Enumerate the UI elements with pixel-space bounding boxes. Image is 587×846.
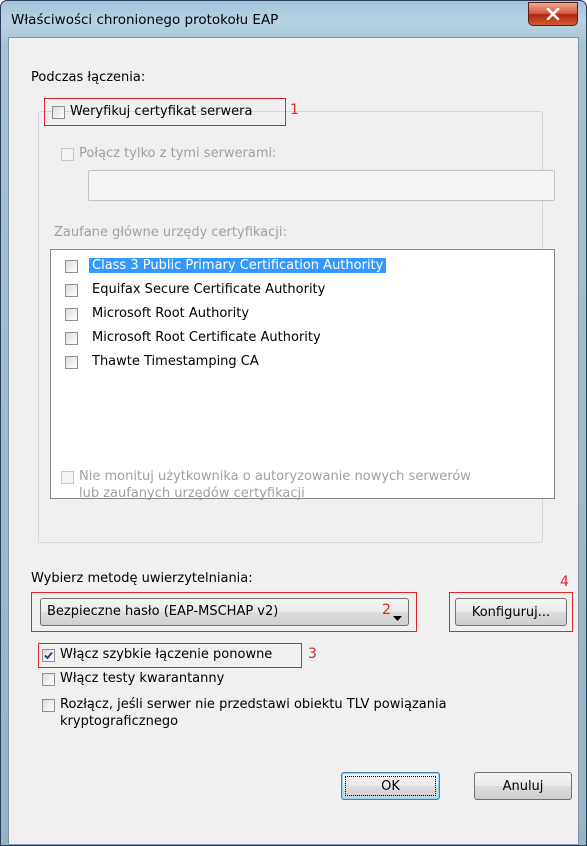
no-prompt-checkbox[interactable]: [61, 471, 74, 484]
chevron-down-icon: [393, 610, 402, 625]
annotation-number-1: 1: [290, 102, 299, 118]
close-button[interactable]: [528, 2, 578, 26]
disconnect-label-line2[interactable]: kryptograficznego: [60, 714, 178, 729]
list-item-label: Class 3 Public Primary Certification Aut…: [89, 258, 387, 273]
servers-input[interactable]: [88, 170, 555, 201]
list-item-label: Thawte Timestamping CA: [92, 354, 259, 369]
disconnect-label-line1[interactable]: Rozłącz, jeśli serwer nie przedstawi obi…: [60, 697, 447, 712]
trusted-roots-heading: Zaufane główne urzędy certyfikacji:: [54, 225, 287, 240]
annotation-number-2: 2: [382, 602, 391, 618]
connect-only-checkbox[interactable]: [61, 148, 74, 161]
window-title: Właściwości chronionego protokołu EAP: [11, 12, 279, 28]
dialog-window: Właściwości chronionego protokołu EAP Po…: [0, 0, 587, 846]
connect-only-label: Połącz tylko z tymi serwerami:: [79, 146, 277, 161]
dialog-client-area: Podczas łączenia: Weryfikuj certyfikat s…: [8, 37, 579, 845]
annotation-number-3: 3: [308, 646, 317, 662]
configure-button[interactable]: Konfiguruj...: [455, 598, 567, 626]
list-item-label: Microsoft Root Authority: [92, 306, 250, 321]
connect-section-heading: Podczas łączenia:: [31, 70, 146, 85]
verify-cert-label[interactable]: Weryfikuj certyfikat serwera: [70, 104, 252, 119]
annotation-number-4: 4: [560, 574, 569, 590]
auth-method-select[interactable]: Bezpieczne hasło (EAP-MSCHAP v2): [40, 598, 409, 626]
auth-method-heading: Wybierz metodę uwierzytelniania:: [31, 571, 253, 586]
list-item-label: Microsoft Root Certificate Authority: [92, 330, 321, 345]
list-item-checkbox[interactable]: [65, 260, 78, 273]
list-item-checkbox[interactable]: [65, 356, 78, 369]
title-bar[interactable]: Właściwości chronionego protokołu EAP: [1, 1, 586, 41]
no-prompt-label-line1: Nie monituj użytkownika o autoryzowanie …: [79, 469, 471, 484]
auth-method-value: Bezpieczne hasło (EAP-MSCHAP v2): [47, 604, 279, 619]
no-prompt-label-line2: lub zaufanych urzędów certyfikacji: [79, 486, 305, 501]
fast-reconnect-checkbox[interactable]: [42, 649, 55, 662]
focus-indicator: [345, 776, 436, 796]
list-item-checkbox[interactable]: [65, 284, 78, 297]
list-item-checkbox[interactable]: [65, 308, 78, 321]
fast-reconnect-label[interactable]: Włącz szybkie łączenie ponowne: [60, 647, 272, 662]
disconnect-checkbox[interactable]: [42, 699, 55, 712]
cancel-button-label: Anuluj: [502, 778, 544, 794]
configure-button-label: Konfiguruj...: [471, 604, 551, 620]
list-item-label: Equifax Secure Certificate Authority: [92, 282, 326, 297]
trusted-roots-list[interactable]: Class 3 Public Primary Certification Aut…: [50, 249, 555, 499]
ok-button[interactable]: OK: [341, 772, 440, 800]
quarantine-checkbox[interactable]: [42, 673, 55, 686]
quarantine-label[interactable]: Włącz testy kwarantanny: [60, 671, 224, 686]
verify-cert-checkbox[interactable]: [52, 106, 65, 119]
cancel-button[interactable]: Anuluj: [474, 772, 572, 800]
list-item-checkbox[interactable]: [65, 332, 78, 345]
close-icon: [546, 8, 560, 20]
